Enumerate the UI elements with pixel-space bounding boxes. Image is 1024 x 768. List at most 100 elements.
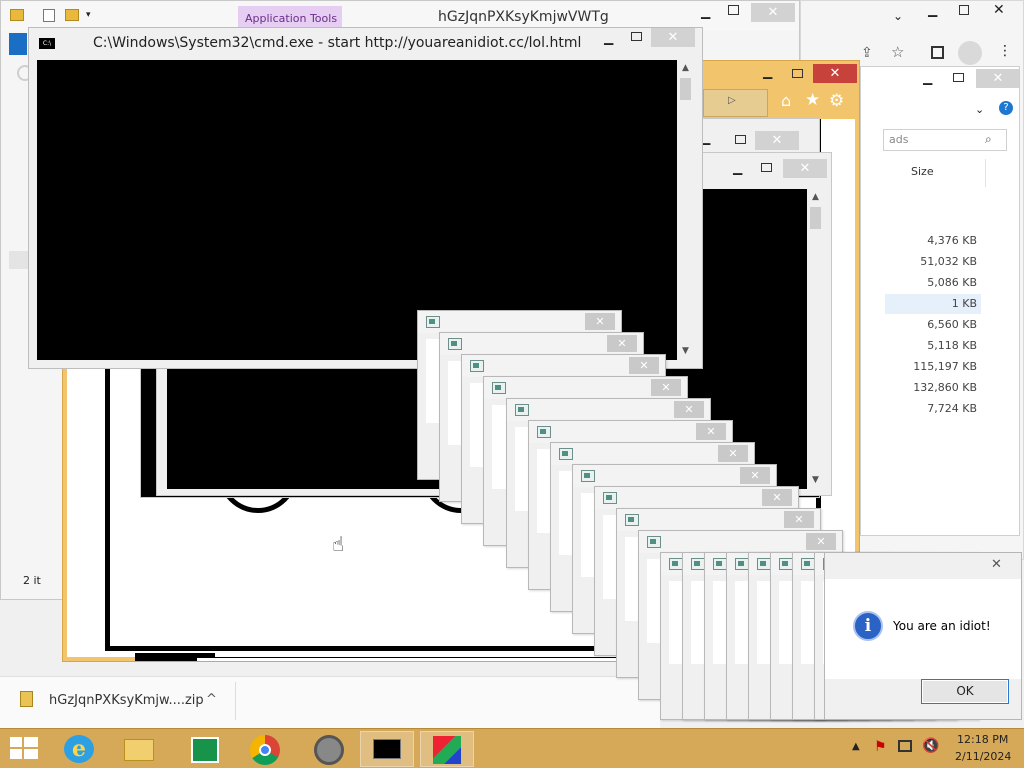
sidepanel-icon[interactable]	[931, 46, 944, 59]
cmd-scroll-down-arrow[interactable]: ▼	[677, 343, 694, 360]
popup-app-icon	[603, 492, 617, 504]
explorer-close-button[interactable]: ✕	[751, 3, 795, 22]
explorer-newfolder-icon[interactable]	[65, 9, 79, 21]
browser-restore-button[interactable]	[959, 5, 969, 15]
file-size-cell: 115,197 KB	[913, 360, 977, 373]
explorer-nav-pane	[9, 251, 29, 269]
taskbar-safari-button[interactable]	[302, 731, 356, 767]
volume-muted-icon[interactable]: 🔇	[922, 738, 939, 754]
taskbar-cmd-button[interactable]	[360, 731, 414, 767]
cmd-title: C:\Windows\System32\cmd.exe - start http…	[93, 35, 582, 51]
folder-icon	[124, 739, 154, 761]
filelist-close-button[interactable]: ✕	[976, 69, 1019, 88]
popup-large-2-close-button[interactable]: ✕	[783, 159, 827, 178]
popup-large-2-maximize-button[interactable]	[761, 163, 772, 172]
popup-large-2-scrollbar[interactable]: ▲ ▼	[807, 189, 824, 489]
profile-avatar[interactable]	[958, 41, 982, 65]
cmd-scroll-up-arrow[interactable]: ▲	[677, 60, 694, 77]
explorer-ribbon-tab[interactable]	[9, 33, 27, 55]
popup-close-button[interactable]: ✕	[784, 511, 814, 528]
quick-access-dropdown-icon[interactable]: ▾	[86, 10, 91, 20]
msgbox-ok-label[interactable]: OK	[956, 684, 973, 698]
file-row[interactable]: 4,376 KB	[885, 231, 981, 251]
cmd-scroll-thumb[interactable]	[680, 78, 691, 100]
popup-close-button[interactable]: ✕	[674, 401, 704, 418]
file-sizes-column: 4,376 KB 51,032 KB 5,086 KB 1 KB 6,560 KB 5,1…	[861, 231, 1019, 431]
size-column-header[interactable]: Size	[911, 165, 934, 178]
file-row[interactable]: 5,086 KB	[885, 273, 981, 293]
scroll-thumb[interactable]	[810, 207, 821, 229]
search-input-text[interactable]: ads	[889, 133, 908, 146]
action-center-flag-icon[interactable]: ⚑	[874, 739, 887, 755]
explorer-properties-icon[interactable]	[43, 9, 55, 22]
scroll-up-arrow[interactable]: ▲	[807, 189, 824, 206]
popup-app-icon	[757, 558, 771, 570]
file-row[interactable]: 5,118 KB	[885, 336, 981, 356]
download-file-name[interactable]: hGzJqnPXKsyKmjw....zip	[49, 693, 204, 708]
favorites-star-icon[interactable]: ★	[805, 90, 820, 110]
popup-close-button[interactable]: ✕	[806, 533, 836, 550]
file-size-cell: 51,032 KB	[920, 255, 977, 268]
file-row[interactable]: 1 KB	[885, 294, 981, 314]
info-icon: i	[853, 611, 883, 641]
cmd-maximize-button[interactable]	[631, 32, 642, 41]
popup-close-button[interactable]: ✕	[651, 379, 681, 396]
filelist-maximize-button[interactable]	[953, 73, 964, 82]
file-row[interactable]: 115,197 KB	[885, 357, 981, 377]
msgbox-close-button[interactable]: ✕	[991, 557, 1002, 572]
browser-chevron-down-icon[interactable]: ⌄	[893, 9, 903, 23]
show-hidden-icons-chevron-icon[interactable]: ▲	[852, 741, 860, 752]
share-icon[interactable]: ⇪	[861, 45, 873, 61]
popup-large-2-minimize-button[interactable]: ▁	[733, 161, 742, 175]
taskbar-explorer-button[interactable]	[112, 731, 166, 767]
browser-menu-icon[interactable]: ⋮	[998, 43, 1012, 59]
popup-close-button[interactable]: ✕	[629, 357, 659, 374]
popup-close-button[interactable]: ✕	[696, 423, 726, 440]
clock-time[interactable]: 12:18 PM	[957, 733, 1008, 746]
ie-close-button[interactable]: ✕	[813, 64, 857, 83]
popup-close-button[interactable]: ✕	[740, 467, 770, 484]
cmd-icon[interactable]: C:\	[39, 38, 55, 49]
download-options-chevron-icon[interactable]: ^	[206, 692, 217, 707]
browser-minimize-button[interactable]: ▁	[928, 3, 937, 17]
popup-large-1-close-button[interactable]: ✕	[755, 131, 799, 150]
popup-app-icon	[492, 382, 506, 394]
msgbox-ok-button[interactable]: OK	[921, 679, 1009, 704]
popup-large-1-maximize-button[interactable]	[735, 135, 746, 144]
file-row[interactable]: 7,724 KB	[885, 399, 981, 419]
taskbar-ie-button[interactable]: e	[52, 731, 106, 767]
filelist-expand-icon[interactable]: ⌄	[975, 103, 984, 116]
file-row[interactable]: 132,860 KB	[885, 378, 981, 398]
taskbar-app-button[interactable]	[420, 731, 474, 767]
popup-close-button[interactable]: ✕	[762, 489, 792, 506]
explorer-minimize-button[interactable]: ▁	[701, 5, 710, 19]
popup-close-button[interactable]: ✕	[607, 335, 637, 352]
file-row[interactable]: 51,032 KB	[885, 252, 981, 272]
popup-close-button[interactable]: ✕	[585, 313, 615, 330]
filelist-minimize-button[interactable]: ▁	[923, 71, 932, 85]
browser-close-button[interactable]: ✕	[993, 2, 1005, 18]
search-icon[interactable]: ⌕	[985, 132, 992, 147]
ie-tab-scroll-icon[interactable]: ▷	[728, 95, 736, 106]
ie-minimize-button[interactable]: ▁	[763, 65, 772, 79]
zip-file-icon[interactable]	[20, 691, 33, 707]
explorer-maximize-button[interactable]	[728, 5, 739, 15]
taskbar-chrome-button[interactable]	[238, 731, 292, 767]
taskbar-store-button[interactable]	[178, 731, 232, 767]
scroll-down-arrow[interactable]: ▼	[807, 472, 824, 489]
bookmark-star-icon[interactable]: ☆	[891, 43, 904, 61]
start-button[interactable]	[10, 737, 38, 761]
cmd-minimize-button[interactable]: ▁	[604, 31, 613, 45]
popup-close-button[interactable]: ✕	[718, 445, 748, 462]
cmd-scrollbar[interactable]: ▲ ▼	[677, 60, 694, 360]
network-icon[interactable]	[898, 740, 912, 752]
app-tools-label[interactable]: Application Tools	[245, 12, 337, 25]
help-icon[interactable]: ?	[999, 101, 1013, 115]
ie-maximize-button[interactable]	[792, 69, 803, 78]
explorer-folder-icon[interactable]	[10, 9, 24, 21]
file-row[interactable]: 6,560 KB	[885, 315, 981, 335]
clock-date[interactable]: 2/11/2024	[955, 750, 1011, 763]
home-icon[interactable]: ⌂	[781, 91, 791, 110]
settings-gear-icon[interactable]: ⚙	[829, 91, 844, 111]
cmd-close-button[interactable]: ✕	[651, 28, 695, 47]
